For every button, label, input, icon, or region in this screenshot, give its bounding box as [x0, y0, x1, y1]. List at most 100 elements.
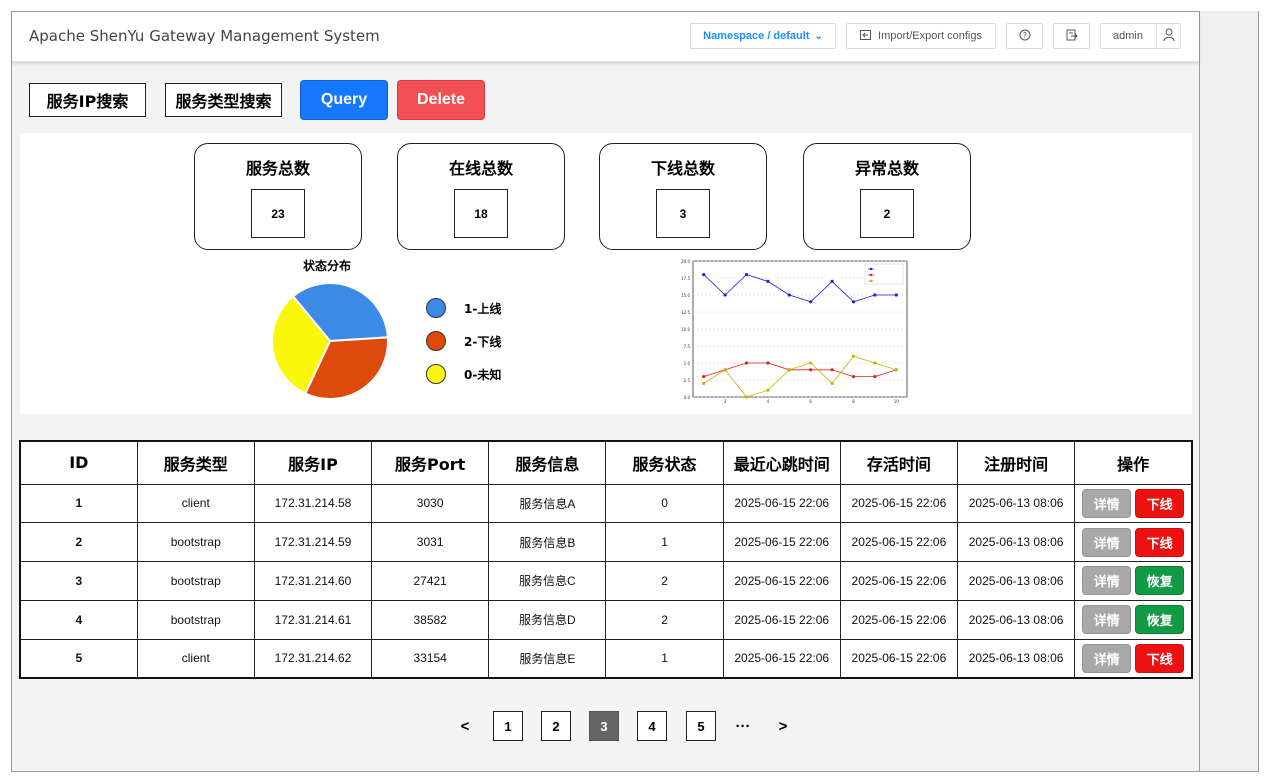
- page-button-1[interactable]: 1: [493, 711, 523, 741]
- action-group: 详情 恢复: [1075, 605, 1191, 635]
- table-header-row: ID 服务类型 服务IP 服务Port 服务信息 服务状态 最近心跳时间 存活时…: [19, 440, 1193, 485]
- cell-port: 3030: [371, 483, 490, 524]
- page-button-2[interactable]: 2: [541, 711, 571, 741]
- delete-button[interactable]: Delete: [397, 80, 485, 120]
- data-point: [809, 361, 813, 365]
- legend-label: 2-下线: [464, 334, 502, 349]
- offline-button[interactable]: 下线: [1135, 527, 1185, 557]
- data-point: [787, 368, 791, 372]
- table-row: 2 bootstrap 172.31.214.59 3031 服务信息B 1 2025-06…: [19, 522, 1193, 563]
- detail-button[interactable]: 详情: [1082, 488, 1132, 518]
- data-point: [809, 300, 813, 304]
- legend-item-online: 1-上线: [426, 296, 501, 320]
- detail-button[interactable]: 详情: [1082, 566, 1132, 596]
- y-tick-label: 7.5: [684, 344, 691, 349]
- cell-alive: 2025-06-15 22:06: [839, 599, 959, 640]
- user-menu[interactable]: admin: [1100, 23, 1181, 49]
- x-tick-label: 2: [724, 399, 727, 404]
- cell-status: 1: [605, 522, 724, 563]
- cell-status: 0: [605, 483, 724, 524]
- cell-alive: 2025-06-15 22:06: [839, 638, 959, 679]
- offline-button[interactable]: 下线: [1135, 643, 1185, 673]
- cell-info: 服务信息A: [488, 483, 607, 524]
- data-point: [830, 279, 834, 283]
- data-point: [702, 381, 706, 385]
- column-header: 存活时间: [839, 440, 959, 485]
- x-tick-label: 6: [809, 399, 812, 404]
- cell-type: bootstrap: [136, 561, 255, 601]
- y-tick-label: 17.5: [681, 276, 690, 281]
- data-point: [809, 368, 813, 372]
- cell-ip: 172.31.214.61: [253, 599, 373, 640]
- cell-status: 1: [605, 638, 724, 679]
- page-button-4[interactable]: 4: [637, 711, 667, 741]
- help-icon: ?: [1019, 29, 1031, 44]
- cell-registered: 2025-06-13 08:06: [956, 483, 1076, 524]
- cell-alive: 2025-06-15 22:06: [839, 561, 959, 601]
- detail-button[interactable]: 详情: [1082, 605, 1132, 635]
- restore-button[interactable]: 恢复: [1135, 566, 1185, 596]
- cell-actions: 详情 下线: [1074, 638, 1193, 679]
- service-type-search[interactable]: 服务类型搜索: [165, 83, 282, 117]
- data-point: [744, 361, 749, 365]
- action-group: 详情 下线: [1075, 527, 1191, 557]
- cell-registered: 2025-06-13 08:06: [956, 599, 1076, 640]
- legend-color-dot: [426, 331, 446, 351]
- stat-label: 异常总数: [854, 159, 919, 178]
- data-point: [766, 361, 770, 365]
- column-header: 服务类型: [136, 440, 255, 485]
- detail-button[interactable]: 详情: [1082, 643, 1132, 673]
- data-point: [851, 375, 856, 379]
- cell-actions: 详情 恢复: [1074, 599, 1193, 640]
- data-point: [723, 368, 727, 372]
- data-point: [894, 293, 898, 297]
- cell-actions: 详情 恢复: [1074, 561, 1193, 601]
- cell-port: 33154: [371, 638, 490, 679]
- y-tick-label: 15.0: [681, 293, 690, 298]
- stat-value: 2: [860, 189, 914, 238]
- stat-card-online: 在线总数 18: [397, 143, 565, 250]
- stat-card-offline: 下线总数 3: [599, 143, 767, 250]
- data-point: [766, 279, 770, 283]
- offline-button[interactable]: 下线: [1135, 488, 1185, 518]
- cell-id: 4: [19, 599, 138, 640]
- cell-status: 2: [605, 599, 724, 640]
- restore-button[interactable]: 恢复: [1135, 605, 1185, 635]
- stat-value: 3: [656, 189, 710, 238]
- column-header: 操作: [1074, 440, 1193, 485]
- legend-label: 0-未知: [464, 367, 502, 382]
- import-export-button[interactable]: Import/Export configs: [846, 23, 996, 49]
- page-button-5[interactable]: 5: [686, 711, 716, 741]
- user-icon: [1163, 28, 1175, 45]
- page-button-3-current[interactable]: 3: [589, 711, 619, 741]
- cell-registered: 2025-06-13 08:06: [956, 561, 1076, 601]
- legend-color-dot: [426, 364, 446, 384]
- stat-value: 18: [454, 189, 508, 238]
- action-group: 详情 下线: [1075, 488, 1191, 518]
- cell-status: 2: [605, 561, 724, 601]
- service-ip-search[interactable]: 服务IP搜索: [29, 83, 146, 117]
- prev-page-button[interactable]: <: [450, 711, 480, 741]
- svg-text:?: ?: [1022, 31, 1026, 40]
- legend-item-offline: 2-下线: [426, 329, 501, 353]
- help-button[interactable]: ?: [1006, 23, 1043, 49]
- query-button[interactable]: Query: [300, 80, 388, 120]
- namespace-dropdown[interactable]: Namespace / default ⌄: [690, 23, 836, 49]
- stat-label: 在线总数: [448, 159, 513, 178]
- service-table: ID 服务类型 服务IP 服务Port 服务信息 服务状态 最近心跳时间 存活时…: [19, 440, 1193, 679]
- column-header: 最近心跳时间: [722, 440, 841, 485]
- cell-heartbeat: 2025-06-15 22:06: [722, 638, 841, 679]
- next-page-button[interactable]: >: [768, 711, 798, 741]
- y-tick-label: 12.5: [681, 310, 690, 315]
- stats-panel: 服务总数 23 在线总数 18 下线总数 3 异常总数 2 状态分布 1-上线 …: [20, 133, 1192, 414]
- cell-info: 服务信息C: [488, 561, 607, 601]
- cell-id: 5: [19, 638, 138, 679]
- cell-id: 3: [19, 561, 138, 601]
- detail-button[interactable]: 详情: [1082, 527, 1132, 557]
- data-point: [851, 354, 856, 358]
- export-button[interactable]: [1053, 23, 1090, 49]
- cell-ip: 172.31.214.60: [253, 561, 373, 601]
- legend-color-dot: [426, 298, 446, 318]
- pie-chart-title: 状态分布: [303, 259, 352, 273]
- data-point: [723, 293, 727, 297]
